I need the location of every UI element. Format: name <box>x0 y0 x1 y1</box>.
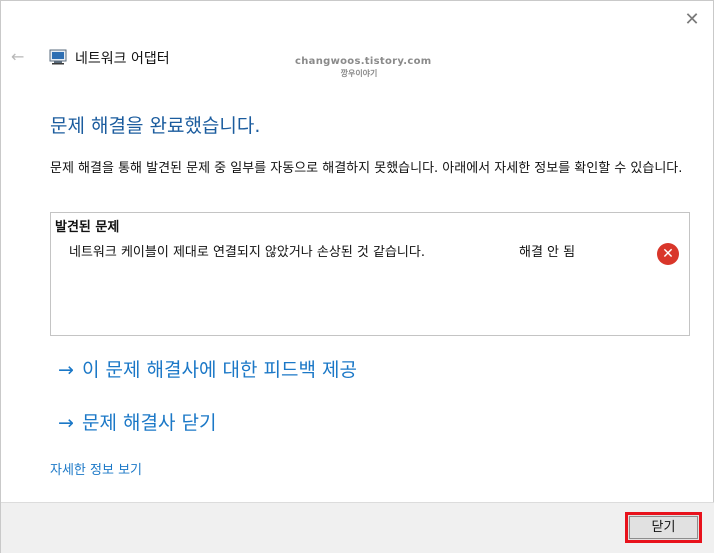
close-button[interactable]: 닫기 <box>625 512 702 543</box>
watermark: changwoos.tistory.com 깡우이야기 <box>295 56 432 79</box>
watermark-url: changwoos.tistory.com <box>295 56 432 67</box>
close-troubleshooter-label: 문제 해결사 닫기 <box>82 412 217 434</box>
error-icon: ✕ <box>657 243 679 265</box>
close-troubleshooter-link[interactable]: → 문제 해결사 닫기 <box>58 408 216 435</box>
problems-found-panel: 발견된 문제 네트워크 케이블이 제대로 연결되지 않았거나 손상된 것 같습니… <box>50 212 690 336</box>
result-description: 문제 해결을 통해 발견된 문제 중 일부를 자동으로 해결하지 못했습니다. … <box>50 161 683 176</box>
problem-description: 네트워크 케이블이 제대로 연결되지 않았거나 손상된 것 같습니다. <box>69 245 425 260</box>
close-button-border <box>629 516 698 539</box>
feedback-link-label: 이 문제 해결사에 대한 피드백 제공 <box>82 359 357 381</box>
watermark-name: 깡우이야기 <box>340 69 378 78</box>
feedback-link[interactable]: → 이 문제 해결사에 대한 피드백 제공 <box>58 355 357 382</box>
arrow-right-icon: → <box>58 412 74 434</box>
view-details-link[interactable]: 자세한 정보 보기 <box>50 459 142 478</box>
arrow-right-icon: → <box>58 359 74 381</box>
troubleshooter-window: ✕ ← 네트워크 어댑터 changwoos.tistory.com 깡우이야기… <box>0 0 714 553</box>
back-arrow-icon[interactable]: ← <box>11 48 29 66</box>
footer-bar <box>1 502 714 553</box>
problems-header: 발견된 문제 <box>55 220 120 235</box>
network-adapter-icon <box>49 49 67 65</box>
window-title: 네트워크 어댑터 <box>75 51 170 67</box>
close-icon[interactable]: ✕ <box>681 9 703 31</box>
problem-status: 해결 안 됨 <box>519 245 576 260</box>
page-title: 문제 해결을 완료했습니다. <box>50 115 261 137</box>
